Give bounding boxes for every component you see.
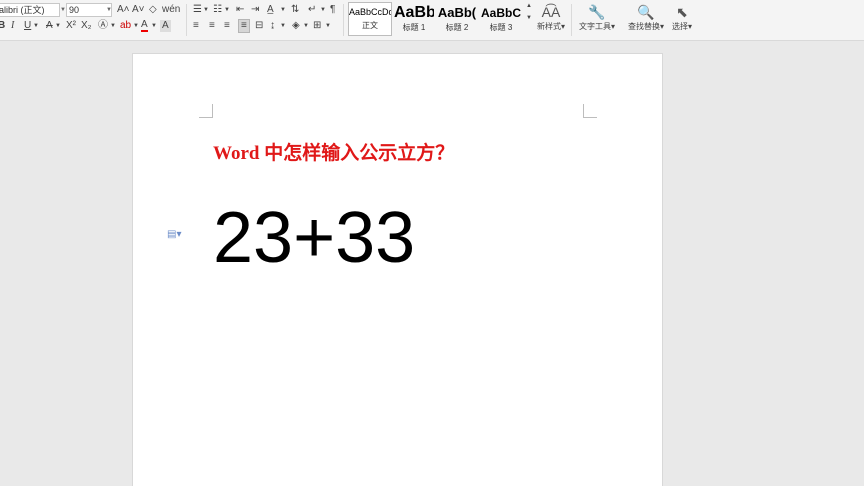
distribute-icon[interactable]: ⊟: [255, 20, 263, 32]
align-left-icon[interactable]: ≡: [193, 20, 199, 32]
separator: [571, 4, 572, 36]
numbered-list-icon[interactable]: ☷: [213, 4, 222, 16]
clear-format-icon[interactable]: ◇: [149, 4, 157, 16]
char-shading-icon[interactable]: A: [160, 20, 171, 32]
shrink-font-icon[interactable]: A˅: [132, 4, 145, 16]
separator: [343, 4, 344, 36]
document-title[interactable]: Word 中怎样输入公示立方？: [213, 138, 454, 165]
find-replace-label: 查找替换▾: [627, 22, 664, 31]
shading-icon[interactable]: ◈: [292, 20, 300, 32]
chevron-down-icon[interactable]: ▼: [203, 4, 209, 16]
margin-corner-top-left: [199, 104, 213, 118]
style-heading-1[interactable]: AaBb 标题 1: [393, 2, 435, 36]
text-tools-label: 文字工具▾: [578, 22, 615, 31]
line-break-icon[interactable]: ↵: [308, 4, 316, 16]
style-preview: AaBb: [394, 4, 435, 21]
new-style-button[interactable]: A͡A 新样式▾: [534, 2, 568, 32]
select-button[interactable]: ⬉ 选择▾: [668, 2, 696, 32]
underline-icon[interactable]: U: [24, 20, 31, 32]
style-label: 正文: [362, 21, 378, 30]
chevron-down-icon[interactable]: ▼: [280, 20, 286, 32]
italic-icon[interactable]: I: [11, 20, 14, 32]
font-name-select[interactable]: alibri (正文): [0, 3, 60, 17]
new-style-label: 新样式▾: [536, 22, 565, 31]
cursor-arrow-icon: ⬉: [676, 4, 688, 20]
ribbon-toolbar: alibri (正文) ▼ 90 ▼ A˄ A˅ ◇ wén B I U ▼ A…: [0, 0, 864, 41]
styles-scroll-up-icon[interactable]: ▲: [526, 2, 532, 10]
decrease-indent-icon[interactable]: ⇤: [236, 4, 244, 16]
style-heading-3[interactable]: AaBbC 标题 3: [479, 2, 523, 36]
chevron-down-icon[interactable]: ▼: [106, 3, 112, 17]
document-page[interactable]: Word 中怎样输入公示立方？ 23+33: [132, 53, 663, 486]
font-name-value: alibri (正文): [0, 5, 45, 15]
style-preview: AaBbCcDd: [349, 7, 392, 17]
margin-corner-top-right: [583, 104, 597, 118]
align-center-icon[interactable]: ≡: [209, 20, 215, 32]
find-replace-button[interactable]: 🔍 查找替换▾: [625, 2, 667, 32]
style-normal[interactable]: AaBbCcDd 正文: [348, 2, 392, 36]
font-size-value: 90: [69, 5, 80, 15]
highlight-icon[interactable]: ab: [120, 20, 131, 32]
grow-font-icon[interactable]: A˄: [117, 4, 130, 16]
chevron-down-icon[interactable]: ▼: [280, 4, 286, 16]
subscript-icon[interactable]: X₂: [81, 20, 92, 32]
bullet-list-icon[interactable]: ☰: [193, 4, 202, 16]
style-heading-2[interactable]: AaBb( 标题 2: [436, 2, 478, 36]
borders-icon[interactable]: ⊞: [313, 20, 321, 32]
new-style-icon: A͡A: [541, 4, 561, 20]
sort-icon[interactable]: ⇅: [291, 4, 299, 16]
chevron-down-icon[interactable]: ▼: [33, 20, 39, 32]
chevron-down-icon[interactable]: ▼: [325, 20, 331, 32]
increase-indent-icon[interactable]: ⇥: [251, 4, 259, 16]
chevron-down-icon[interactable]: ▼: [55, 20, 61, 32]
search-icon: 🔍: [637, 4, 655, 20]
chevron-down-icon[interactable]: ▼: [151, 20, 157, 32]
style-label: 标题 1: [402, 23, 426, 32]
wrench-icon: 🔧: [588, 4, 606, 20]
styles-scroll-down-icon[interactable]: ▼: [526, 14, 532, 22]
justify-icon[interactable]: ≡: [238, 19, 250, 33]
text-effect-icon[interactable]: Ⓐ: [98, 20, 108, 32]
chevron-down-icon[interactable]: ▼: [110, 20, 116, 32]
style-preview: AaBbC: [480, 6, 521, 20]
separator: [186, 4, 187, 36]
select-label: 选择▾: [671, 22, 692, 31]
pinyin-icon[interactable]: wén: [162, 4, 180, 16]
bold-icon[interactable]: B: [0, 20, 5, 32]
show-marks-icon[interactable]: ¶: [330, 4, 335, 16]
align-right-icon[interactable]: ≡: [224, 20, 230, 32]
chevron-down-icon[interactable]: ▼: [320, 4, 326, 16]
strikethrough-icon[interactable]: A: [46, 20, 53, 32]
document-body-text[interactable]: 23+33: [213, 196, 415, 280]
line-spacing-icon[interactable]: ↨: [270, 20, 275, 32]
chevron-down-icon[interactable]: ▼: [303, 20, 309, 32]
text-tools-button[interactable]: 🔧 文字工具▾: [576, 2, 618, 32]
style-label: 标题 2: [445, 23, 469, 32]
style-preview: AaBb(: [437, 5, 477, 20]
chevron-down-icon[interactable]: ▼: [133, 20, 139, 32]
superscript-icon[interactable]: X²: [66, 20, 76, 32]
font-color-icon[interactable]: A: [141, 20, 148, 32]
chevron-down-icon[interactable]: ▼: [224, 4, 230, 16]
style-label: 标题 3: [489, 23, 513, 32]
chinese-layout-icon[interactable]: A̲: [267, 4, 274, 16]
paragraph-layout-icon[interactable]: ▤▾: [167, 229, 181, 240]
